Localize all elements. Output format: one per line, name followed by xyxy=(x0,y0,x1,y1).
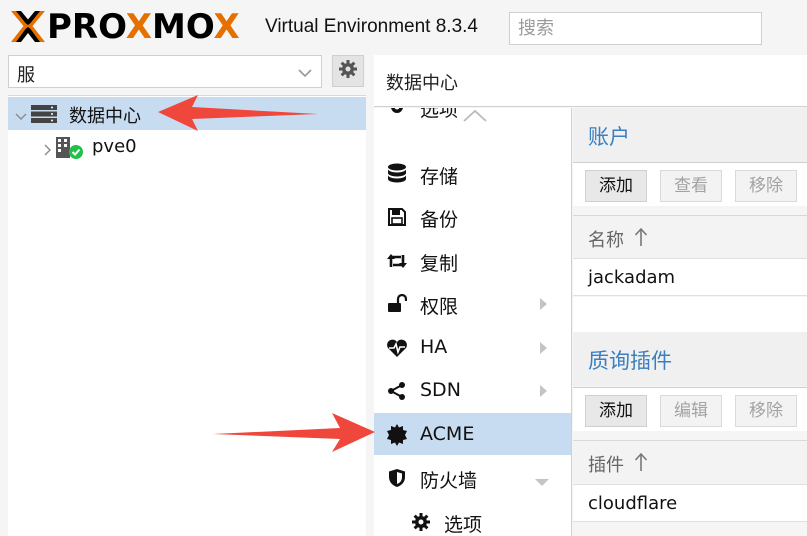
column-header-plugin: 插件 xyxy=(588,455,624,476)
datacenter-icon xyxy=(30,104,58,128)
section-title: 账户 xyxy=(588,125,630,149)
account-name: jackadam xyxy=(588,267,676,288)
sort-ascending-icon xyxy=(634,452,648,476)
sort-ascending-icon xyxy=(634,227,648,251)
nav-item-label: 选项 xyxy=(420,108,459,121)
accounts-toolbar: 添加 查看 移除 xyxy=(573,162,807,206)
resource-tree: 数据中心 pve0 xyxy=(8,95,366,536)
accounts-section-title: 账户 xyxy=(573,108,807,162)
gear-icon xyxy=(338,59,358,83)
gear-icon xyxy=(386,108,408,118)
tree-node-pve0[interactable]: pve0 xyxy=(8,131,366,164)
nav-item-backup[interactable]: 备份 xyxy=(374,195,571,237)
certificate-icon xyxy=(386,424,408,446)
nav-item-acme[interactable]: ACME xyxy=(374,413,571,455)
remove-plugin-button[interactable]: 移除 xyxy=(735,395,797,427)
view-account-button[interactable]: 查看 xyxy=(660,170,722,202)
nav-item-label: 权限 xyxy=(420,296,459,318)
nav-item-label: 备份 xyxy=(420,209,459,231)
nav-item-label: 存储 xyxy=(420,166,459,188)
nav-item-label: ACME xyxy=(420,423,475,445)
product-version: Virtual Environment 8.3.4 xyxy=(265,16,478,37)
nav-item-label: 选项 xyxy=(444,514,483,536)
tree-node-label: pve0 xyxy=(92,136,137,157)
chevron-down-icon[interactable] xyxy=(15,107,27,126)
scroll-up-icon[interactable] xyxy=(462,108,488,128)
add-account-button[interactable]: 添加 xyxy=(585,170,647,202)
caret-right-icon xyxy=(538,383,548,402)
tree-node-label: 数据中心 xyxy=(69,106,141,127)
node-online-icon xyxy=(55,136,85,164)
proxmox-logo: PROXMOX xyxy=(9,7,261,47)
nav-item-storage[interactable]: 存储 xyxy=(374,152,571,194)
nav-item-permissions[interactable]: 权限 xyxy=(374,282,571,324)
datacenter-nav-menu: 选项 存储 备份 复制 权限 HA SDN ACME 防火墙 选项 xyxy=(374,108,572,536)
accounts-column-header[interactable]: 名称 xyxy=(573,215,807,258)
retweet-icon xyxy=(386,250,408,272)
nav-item-label: SDN xyxy=(420,379,461,401)
view-selector[interactable]: 服 xyxy=(8,55,322,88)
nav-item-firewall[interactable]: 防火墙 xyxy=(374,456,571,498)
settings-button[interactable] xyxy=(332,55,364,87)
caret-down-icon xyxy=(534,472,550,491)
nav-item-sdn[interactable]: SDN xyxy=(374,369,571,411)
plugins-toolbar: 添加 编辑 移除 xyxy=(573,387,807,431)
add-plugin-button[interactable]: 添加 xyxy=(585,395,647,427)
edit-plugin-button[interactable]: 编辑 xyxy=(660,395,722,427)
database-icon xyxy=(386,163,408,185)
caret-right-icon xyxy=(538,340,548,359)
save-icon xyxy=(386,206,408,228)
unlock-icon xyxy=(386,293,408,315)
table-row[interactable]: cloudflare xyxy=(573,484,807,522)
remove-account-button[interactable]: 移除 xyxy=(735,170,797,202)
page-title: 数据中心 xyxy=(386,73,458,94)
logo-wordmark: PROXMOX xyxy=(47,7,240,47)
caret-right-icon xyxy=(538,296,548,315)
chevron-right-icon[interactable] xyxy=(41,141,53,160)
plugin-name: cloudflare xyxy=(588,493,678,514)
shield-icon xyxy=(386,467,408,489)
section-title: 质询插件 xyxy=(588,349,672,373)
view-selector-value: 服 xyxy=(17,65,35,86)
accounts-empty-area xyxy=(573,297,807,332)
nav-item-label: 复制 xyxy=(420,253,459,275)
nav-item-firewall-options[interactable]: 选项 xyxy=(374,500,571,536)
column-header-name: 名称 xyxy=(588,230,624,251)
heartbeat-icon xyxy=(386,337,408,359)
gear-icon xyxy=(410,511,432,533)
share-alt-icon xyxy=(386,380,408,402)
header: PROXMOX Virtual Environment 8.3.4 xyxy=(0,0,807,54)
content-header: 数据中心 xyxy=(374,55,807,107)
nav-item-label: HA xyxy=(420,336,448,358)
tree-node-datacenter[interactable]: 数据中心 xyxy=(8,97,366,130)
plugins-column-header[interactable]: 插件 xyxy=(573,440,807,483)
nav-item-replication[interactable]: 复制 xyxy=(374,239,571,281)
acme-content: 账户 添加 查看 移除 名称 jackadam 质询插件 添加 编辑 移除 插件… xyxy=(573,108,807,536)
plugins-section-title: 质询插件 xyxy=(573,332,807,386)
nav-item-label: 防火墙 xyxy=(420,470,478,492)
table-row[interactable]: jackadam xyxy=(573,258,807,296)
nav-item-ha[interactable]: HA xyxy=(374,326,571,368)
chevron-down-icon xyxy=(297,64,313,83)
search-input[interactable] xyxy=(509,12,762,45)
